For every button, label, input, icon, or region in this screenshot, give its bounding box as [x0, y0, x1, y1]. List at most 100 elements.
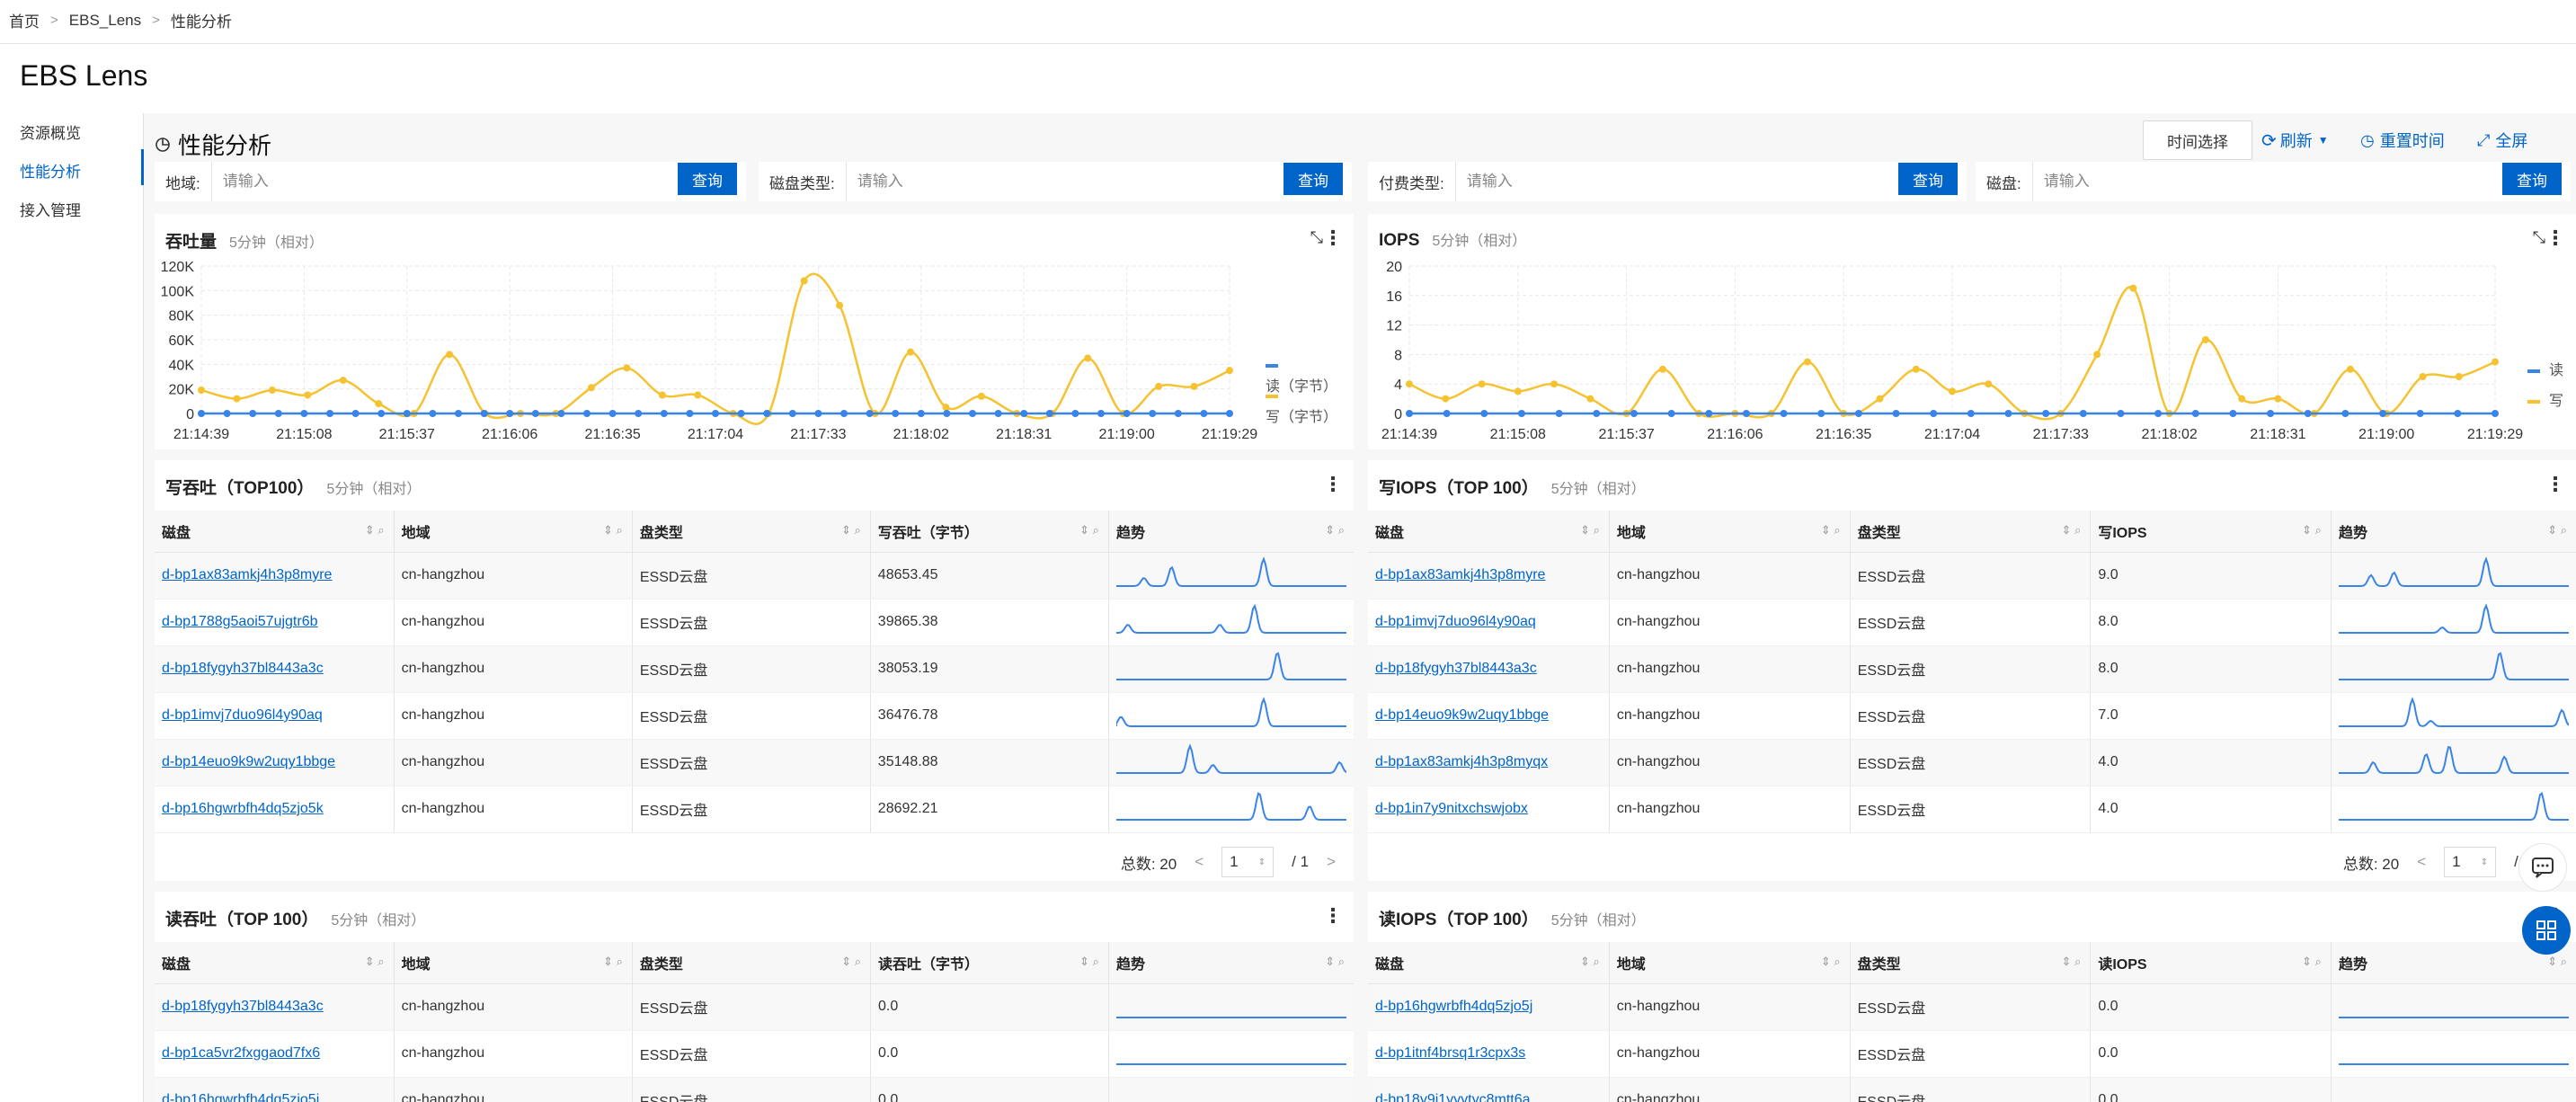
table-subtitle: 5分钟（相对）: [1550, 482, 1646, 497]
sort-filter-icon[interactable]: ⇕ ⌕: [1580, 523, 1600, 538]
disk-id-link[interactable]: d-bp14euo9k9w2uqy1bbge: [1375, 707, 1549, 723]
disk-id-link[interactable]: d-bp1imvj7duo96l4y90aq: [1375, 614, 1536, 629]
sort-filter-icon[interactable]: ⇕ ⌕: [365, 955, 385, 969]
billing-type-query-button[interactable]: 查询: [1898, 163, 1958, 195]
sort-filter-icon[interactable]: ⇕ ⌕: [1821, 523, 1841, 538]
billing-type-input[interactable]: [1455, 162, 1898, 201]
disk-id-link[interactable]: d-bp16hgwrbfh4dq5zjo5j: [1375, 999, 1532, 1014]
disk-id-link[interactable]: d-bp1itnf4brsq1r3cpx3s: [1375, 1045, 1525, 1061]
prev-page-icon[interactable]: <: [2417, 853, 2426, 871]
sort-filter-icon[interactable]: ⇕ ⌕: [1079, 523, 1099, 538]
disk-type-query-button[interactable]: 查询: [1284, 163, 1343, 195]
table-row: d-bp18fygyh37bl8443a3c cn-hangzhou ESSD云盘 8…: [1368, 645, 2576, 693]
table-cell: 38053.19: [870, 645, 1109, 693]
column-header[interactable]: 盘类型 ⇕ ⌕: [632, 942, 871, 984]
table-cell: cn-hangzhou: [394, 645, 633, 693]
column-header[interactable]: 盘类型 ⇕ ⌕: [632, 511, 871, 553]
sort-filter-icon[interactable]: ⇕ ⌕: [2302, 523, 2322, 538]
column-header[interactable]: 盘类型 ⇕ ⌕: [1850, 511, 2092, 553]
y-tick-label: 0: [1394, 407, 1402, 422]
disk-id-link[interactable]: d-bp18fygyh37bl8443a3c: [162, 999, 324, 1014]
chat-button[interactable]: [2518, 843, 2567, 892]
page-input[interactable]: 1 ⇕: [1221, 847, 1275, 877]
sort-filter-icon[interactable]: ⇕ ⌕: [2302, 955, 2322, 969]
sort-filter-icon[interactable]: ⇕ ⌕: [2062, 523, 2082, 538]
page-title-text: 性能分析: [178, 132, 272, 159]
disk-id-link[interactable]: d-bp1ax83amkj4h3p8myre: [1375, 567, 1545, 582]
disk-input[interactable]: [2032, 162, 2502, 201]
disk-id-link[interactable]: d-bp16hgwrbfh4dq5zjo5k: [162, 801, 324, 816]
sort-filter-icon[interactable]: ⇕ ⌕: [603, 955, 623, 969]
sort-filter-icon[interactable]: ⇕ ⌕: [603, 523, 623, 538]
column-header[interactable]: 读IOPS ⇕ ⌕: [2090, 942, 2332, 984]
column-header[interactable]: 磁盘 ⇕ ⌕: [1368, 511, 1610, 553]
disk-id-link[interactable]: d-bp18fygyh37bl8443a3c: [162, 661, 324, 676]
table-cell: ESSD云盘: [1850, 599, 2092, 646]
sort-filter-icon[interactable]: ⇕ ⌕: [1079, 955, 1099, 969]
disk-type-input[interactable]: [846, 162, 1284, 201]
refresh-button[interactable]: ⟳ 刷新 ▼: [2261, 120, 2329, 160]
y-tick-label: 120K: [161, 260, 195, 275]
sort-filter-icon[interactable]: ⇕ ⌕: [2547, 523, 2567, 538]
more-menu-icon[interactable]: ⋮: [1323, 904, 1343, 928]
column-header[interactable]: 地域 ⇕ ⌕: [1609, 942, 1851, 984]
sort-filter-icon[interactable]: ⇕ ⌕: [1325, 955, 1345, 969]
data-point: [1586, 395, 1594, 403]
disk-id-link[interactable]: d-bp16hgwrbfh4dq5zjo5j: [162, 1092, 319, 1102]
x-tick-label: 21:17:04: [1924, 427, 1980, 442]
sort-filter-icon[interactable]: ⇕ ⌕: [365, 523, 385, 538]
column-header[interactable]: 趋势 ⇕ ⌕: [2331, 511, 2576, 553]
data-point: [506, 410, 514, 417]
fullscreen-button[interactable]: ⤢ 全屏: [2477, 120, 2527, 160]
sidebar-item-access-management[interactable]: 接入管理: [20, 198, 81, 220]
sort-filter-icon[interactable]: ⇕ ⌕: [841, 955, 861, 969]
column-header[interactable]: 地域 ⇕ ⌕: [394, 942, 633, 984]
sidebar-item-performance-analysis[interactable]: 性能分析: [20, 159, 81, 182]
column-header[interactable]: 磁盘 ⇕ ⌕: [155, 942, 395, 984]
data-point: [1876, 395, 1884, 403]
sort-filter-icon[interactable]: ⇕ ⌕: [1325, 523, 1345, 538]
column-header[interactable]: 盘类型 ⇕ ⌕: [1850, 942, 2092, 984]
sparkline-path: [1115, 603, 1346, 634]
page-input[interactable]: 1 ⇕: [2444, 847, 2497, 877]
disk-id-link[interactable]: d-bp18y9i1yyytyc8mtt6a: [1375, 1092, 1531, 1102]
sort-filter-icon[interactable]: ⇕ ⌕: [1821, 955, 1841, 969]
disk-id-link[interactable]: d-bp1imvj7duo96l4y90aq: [162, 707, 323, 723]
disk-query-button[interactable]: 查询: [2502, 163, 2562, 195]
disk-id-link[interactable]: d-bp1ax83amkj4h3p8myqx: [1375, 754, 1548, 769]
column-header[interactable]: 读吞吐（字节） ⇕ ⌕: [870, 942, 1109, 984]
column-header[interactable]: 地域 ⇕ ⌕: [1609, 511, 1851, 553]
region-input[interactable]: [211, 162, 678, 201]
column-header[interactable]: 趋势 ⇕ ⌕: [1108, 511, 1354, 553]
next-page-icon[interactable]: >: [1327, 853, 1336, 871]
prev-page-icon[interactable]: <: [1195, 853, 1204, 871]
sort-filter-icon[interactable]: ⇕ ⌕: [841, 523, 861, 538]
column-header[interactable]: 写IOPS ⇕ ⌕: [2090, 511, 2332, 553]
apps-button[interactable]: [2522, 906, 2571, 955]
sort-filter-icon[interactable]: ⇕ ⌕: [1580, 955, 1600, 969]
sort-filter-icon[interactable]: ⇕ ⌕: [2547, 955, 2567, 969]
disk-id-link[interactable]: d-bp1in7y9nitxchswjobx: [1375, 801, 1528, 816]
disk-id-link[interactable]: d-bp1ca5vr2fxggaod7fx6: [162, 1045, 320, 1061]
disk-id-link[interactable]: d-bp14euo9k9w2uqy1bbge: [162, 754, 335, 769]
disk-id-link[interactable]: d-bp18fygyh37bl8443a3c: [1375, 661, 1537, 676]
data-point: [840, 410, 848, 417]
region-query-button[interactable]: 查询: [678, 163, 737, 195]
breadcrumb-home[interactable]: 首页: [9, 9, 40, 31]
table-cell: 0.0: [2090, 1077, 2332, 1102]
column-header[interactable]: 写吞吐（字节） ⇕ ⌕: [870, 511, 1109, 553]
more-menu-icon[interactable]: ⋮: [2545, 473, 2565, 496]
column-header[interactable]: 磁盘 ⇕ ⌕: [1368, 942, 1610, 984]
more-menu-icon[interactable]: ⋮: [1323, 473, 1343, 496]
sidebar-item-resource-overview[interactable]: 资源概览: [20, 120, 81, 143]
breadcrumb-ebs-lens[interactable]: EBS_Lens: [69, 12, 141, 30]
chat-icon: [2532, 858, 2554, 878]
column-header[interactable]: 地域 ⇕ ⌕: [394, 511, 633, 553]
disk-id-link[interactable]: d-bp1ax83amkj4h3p8myre: [162, 567, 332, 582]
reset-time-button[interactable]: ◷ 重置时间: [2360, 120, 2445, 160]
column-header[interactable]: 趋势 ⇕ ⌕: [1108, 942, 1354, 984]
column-header[interactable]: 磁盘 ⇕ ⌕: [155, 511, 395, 553]
sort-filter-icon[interactable]: ⇕ ⌕: [2062, 955, 2082, 969]
disk-id-link[interactable]: d-bp1788g5aoi57ujgtr6b: [162, 614, 317, 629]
time-select-button[interactable]: 时间选择: [2143, 120, 2252, 160]
